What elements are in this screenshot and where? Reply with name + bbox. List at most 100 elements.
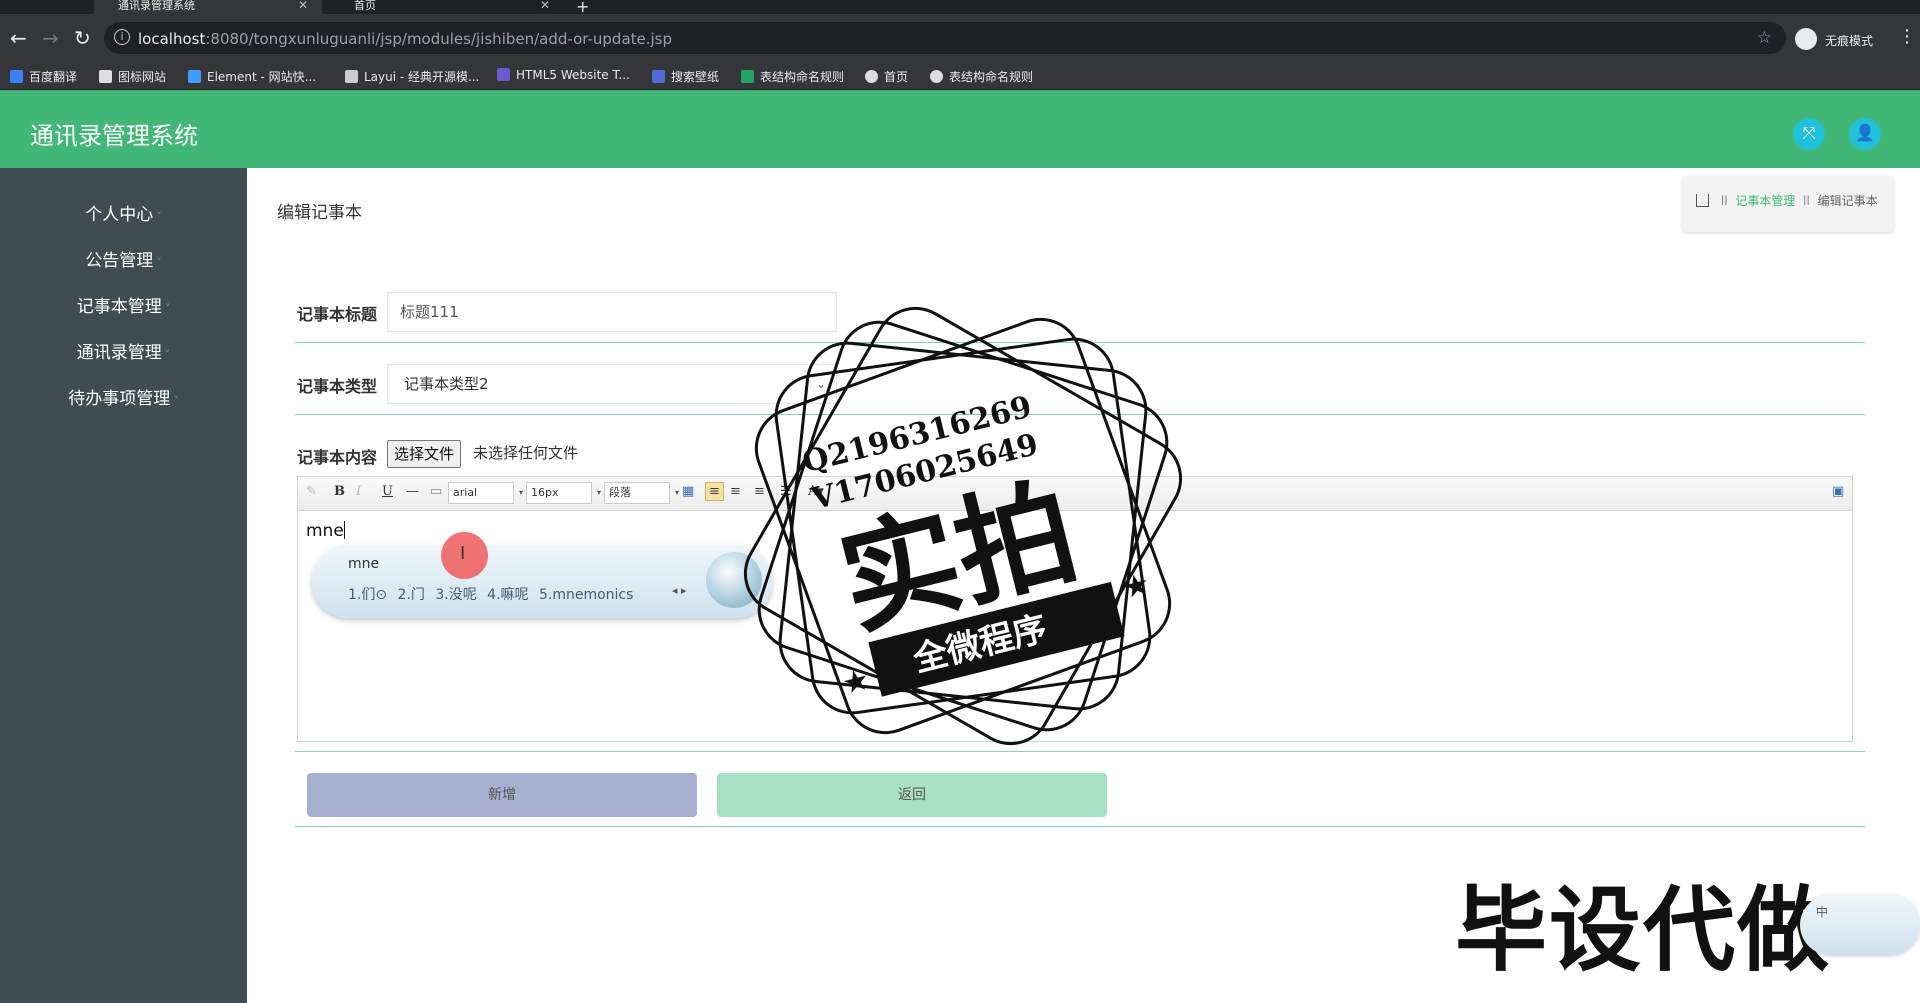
browser-menu-icon[interactable]: ⋮: [1898, 26, 1916, 47]
content-label: 记事本内容: [297, 448, 378, 467]
caret-icon: ˅: [173, 394, 179, 407]
bookmark-item[interactable]: Element - 网站快...: [188, 68, 316, 85]
breadcrumb-separator: ll: [1720, 194, 1728, 208]
watermark-bottom-text: 毕设代做: [1455, 877, 1832, 984]
html5-icon: [497, 68, 510, 81]
globe-icon: [865, 70, 878, 83]
format-painter-icon[interactable]: ✎: [306, 484, 317, 499]
fullscreen-editor-icon[interactable]: ▣: [1832, 484, 1844, 499]
text-caret: [343, 521, 345, 539]
ime-page-arrows-icon[interactable]: ◂ ▸: [672, 584, 687, 597]
ime-candidate[interactable]: 4.嘛呢: [487, 587, 528, 603]
clear-format-icon[interactable]: ▭: [430, 484, 442, 499]
home-icon[interactable]: [1696, 194, 1709, 207]
fullscreen-icon[interactable]: ⤧: [1793, 118, 1825, 150]
bold-icon[interactable]: B: [334, 484, 345, 499]
file-status: 未选择任何文件: [473, 444, 579, 462]
font-size-select[interactable]: 16px ▾: [526, 482, 601, 504]
globe-icon: [930, 70, 943, 83]
bookmark-item[interactable]: 图标网站: [99, 68, 166, 85]
site-info-icon[interactable]: i: [114, 29, 130, 45]
sidebar-item-personal-center[interactable]: 个人中心 ˅: [0, 200, 247, 225]
ime-composition: mne: [348, 556, 380, 572]
translate-icon: [10, 70, 23, 83]
url-text[interactable]: localhost:8080/tongxunluguanli/jsp/modul…: [138, 30, 672, 48]
wallpaper-icon: [652, 70, 665, 83]
ime-mode-label: 中: [1816, 905, 1829, 919]
bookmark-item[interactable]: 搜索壁纸: [652, 68, 719, 85]
bookmark-item[interactable]: 首页: [865, 68, 908, 85]
browser-tab-strip: 通讯录管理系统 ✕ 首页 ✕ +: [0, 0, 1920, 16]
sidebar-item-contacts[interactable]: 通讯录管理 ˅: [0, 338, 247, 363]
caret-icon: ˅: [156, 210, 162, 223]
bookmark-item[interactable]: HTML5 Website T...: [497, 68, 630, 82]
title-label: 记事本标题: [297, 305, 378, 324]
sheet-icon: [741, 70, 754, 83]
breadcrumb: ll 记事本管理 ll 编辑记事本: [1682, 176, 1894, 232]
browser-tab-title: 通讯录管理系统: [118, 0, 195, 12]
browser-tab-title: 首页: [354, 0, 376, 12]
layui-icon: [345, 70, 358, 83]
add-button[interactable]: 新增: [307, 773, 697, 817]
forward-arrow-icon[interactable]: →: [42, 28, 59, 48]
incognito-label: 无痕模式: [1825, 34, 1874, 48]
table-icon[interactable]: ▦: [682, 484, 694, 499]
address-bar[interactable]: i localhost:8080/tongxunluguanli/jsp/mod…: [104, 22, 1786, 54]
dropdown-arrow-icon: ▾: [674, 488, 679, 497]
type-select-value: 记事本类型2: [404, 375, 489, 393]
caret-icon: ˅: [164, 348, 171, 361]
ime-status-bar[interactable]: 中: [1800, 895, 1920, 955]
bookmark-star-icon[interactable]: ☆: [1757, 28, 1772, 48]
browser-tab[interactable]: 首页 ✕: [330, 0, 558, 14]
flag-icon: [99, 70, 112, 83]
star-icon: ★: [1119, 566, 1154, 606]
back-button[interactable]: 返回: [717, 773, 1107, 817]
watermark-stamp: Q2196316269 V1706025649 实拍 全微程序 ★ ★: [743, 306, 1183, 746]
bookmark-item[interactable]: 百度翻译: [10, 68, 77, 85]
underline-icon[interactable]: U: [382, 484, 393, 499]
caret-icon: ˅: [164, 302, 171, 315]
close-tab-icon[interactable]: ✕: [298, 0, 308, 11]
breadcrumb-link[interactable]: 记事本管理: [1735, 194, 1795, 208]
form-row-actions-divider: [295, 826, 1865, 827]
incognito-icon[interactable]: [1795, 28, 1817, 50]
paragraph-select[interactable]: 段落 ▾: [604, 482, 679, 504]
ime-candidate[interactable]: 5.mnemonics: [539, 587, 633, 603]
align-left-icon[interactable]: ≡: [705, 482, 724, 501]
bookmarks-bar: 百度翻译 图标网站 Element - 网站快... Layui - 经典开源模…: [0, 62, 1920, 90]
breadcrumb-separator: ll: [1803, 194, 1810, 208]
reload-icon[interactable]: ↻: [74, 28, 91, 48]
text-cursor-icon: I: [460, 543, 466, 564]
browser-tab-active[interactable]: 通讯录管理系统 ✕: [94, 0, 322, 14]
sidebar-item-todos[interactable]: 待办事项管理 ˅: [0, 384, 247, 409]
app-title: 通讯录管理系统: [30, 122, 198, 150]
caret-icon: ˅: [156, 256, 162, 269]
ime-candidate-window: mne 1.们⊙ 2.门 3.没呢 4.嘛呢 5.mnemonics ◂ ▸: [312, 546, 772, 618]
page-title: 编辑记事本: [277, 203, 362, 223]
close-tab-icon[interactable]: ✕: [540, 0, 550, 11]
bookmark-item[interactable]: 表结构命名规则: [741, 68, 844, 85]
horizontal-rule-icon[interactable]: —: [406, 484, 419, 499]
app-header: 通讯录管理系统 ⤧ 👤: [0, 90, 1920, 168]
sidebar: 个人中心 ˅ 公告管理 ˅ 记事本管理 ˅ 通讯录管理 ˅ 待办事项管理 ˅: [0, 168, 247, 1003]
sidebar-item-announcements[interactable]: 公告管理 ˅: [0, 246, 247, 271]
browser-toolbar: ← → ↻ i localhost:8080/tongxunluguanli/j…: [0, 14, 1920, 62]
ime-candidate[interactable]: 1.们⊙: [348, 587, 387, 603]
bookmark-item[interactable]: Layui - 经典开源模...: [345, 68, 479, 85]
ime-candidate[interactable]: 3.没呢: [435, 587, 476, 603]
dropdown-arrow-icon: ▾: [518, 488, 523, 497]
user-icon[interactable]: 👤: [1849, 118, 1881, 150]
dropdown-arrow-icon: ▾: [596, 488, 601, 497]
italic-icon[interactable]: I: [356, 484, 361, 499]
breadcrumb-current: 编辑记事本: [1817, 194, 1878, 208]
choose-file-button[interactable]: 选择文件: [387, 440, 462, 468]
back-arrow-icon[interactable]: ←: [10, 28, 27, 48]
ime-candidate[interactable]: 2.门: [398, 587, 425, 603]
ime-candidate-list: 1.们⊙ 2.门 3.没呢 4.嘛呢 5.mnemonics: [348, 584, 633, 604]
sidebar-item-notebook[interactable]: 记事本管理 ˅: [0, 292, 247, 317]
editor-content[interactable]: mne: [306, 521, 345, 541]
font-family-select[interactable]: arial ▾: [448, 482, 523, 504]
type-label: 记事本类型: [297, 377, 378, 396]
element-icon: [188, 70, 201, 83]
bookmark-item[interactable]: 表结构命名规则: [930, 68, 1033, 85]
